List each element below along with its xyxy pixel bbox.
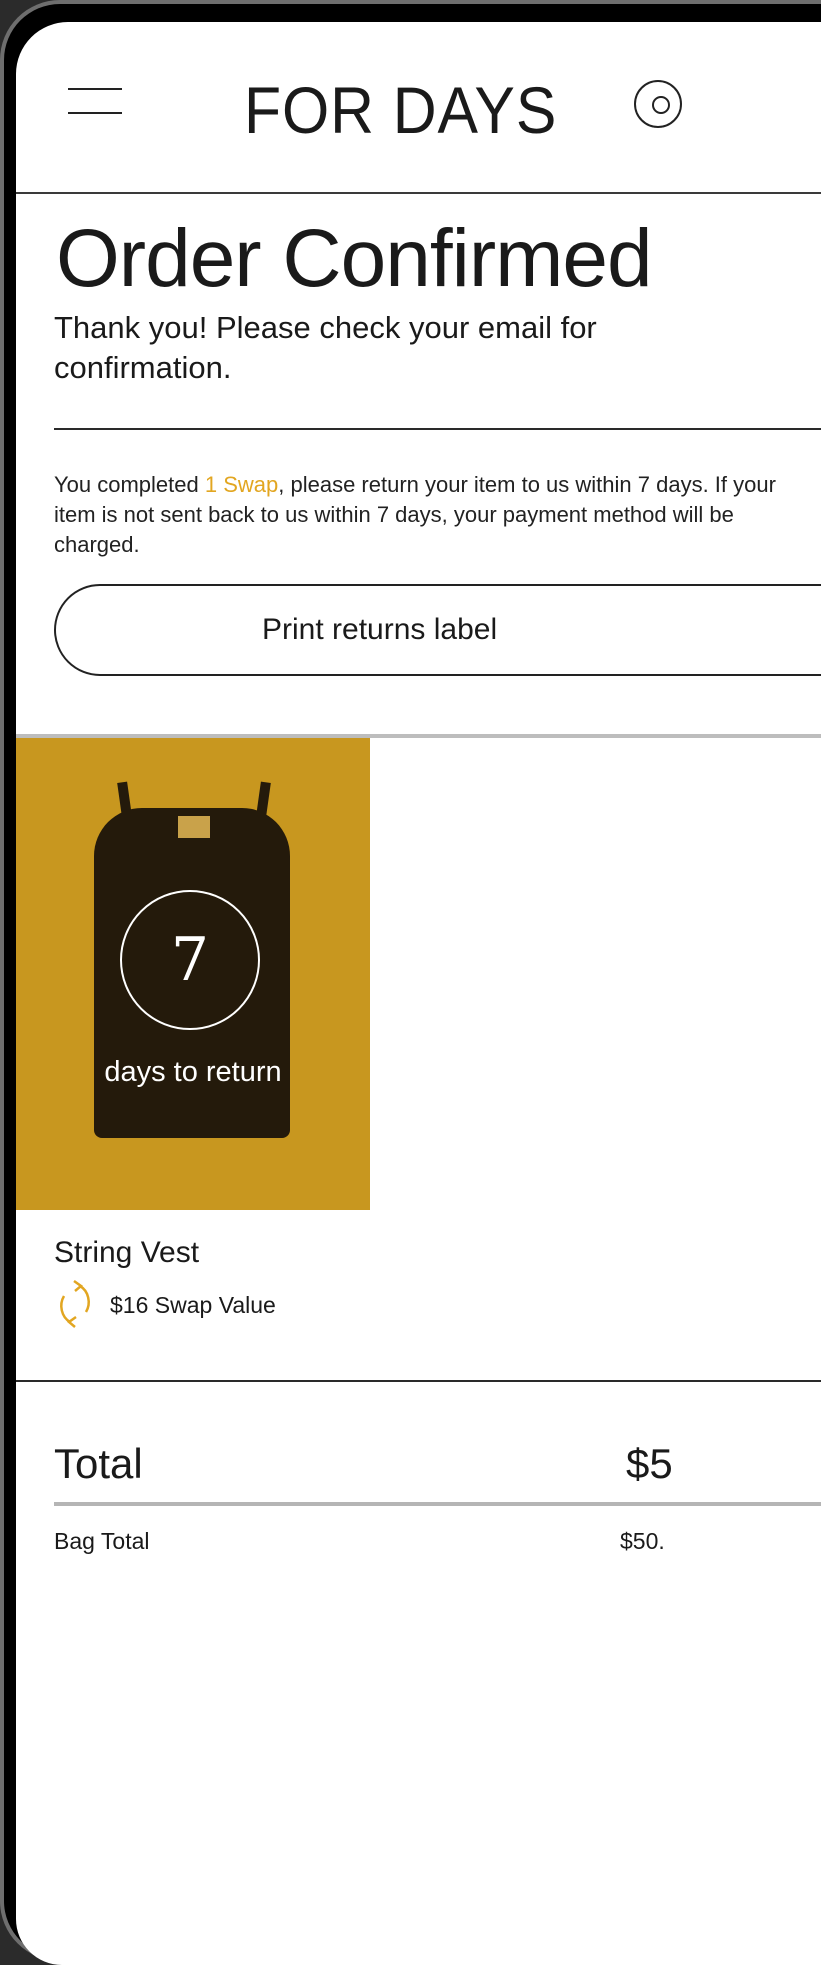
product-name[interactable]: String Vest	[54, 1236, 199, 1270]
notice-text-start: You completed	[54, 472, 205, 497]
hamburger-menu-icon[interactable]	[68, 88, 122, 114]
total-label: Total	[54, 1440, 143, 1487]
days-to-return-text: days to return	[104, 1056, 282, 1088]
account-icon[interactable]	[634, 80, 682, 128]
swap-return-notice: You completed 1 Swap, please return your…	[54, 470, 814, 560]
bag-total-label: Bag Total	[54, 1528, 150, 1554]
page-title: Order Confirmed	[56, 213, 653, 304]
print-returns-label-button[interactable]: Print returns label	[54, 584, 821, 676]
swap-icon	[60, 1279, 90, 1328]
app-screen: FOR DAYS Order Confirmed Thank you! Plea…	[16, 22, 821, 1965]
swap-count-link[interactable]: 1 Swap	[205, 472, 278, 497]
menu-line	[68, 112, 122, 114]
product-image[interactable]: 7 days to return	[16, 738, 370, 1210]
menu-line	[68, 88, 122, 90]
vest-label-tag	[178, 816, 210, 838]
divider	[54, 428, 821, 430]
swap-value: $16 Swap Value	[110, 1292, 276, 1318]
top-nav: FOR DAYS	[16, 22, 821, 194]
total-value: $5	[626, 1440, 673, 1487]
device-frame: FOR DAYS Order Confirmed Thank you! Plea…	[0, 0, 821, 1965]
divider	[16, 1380, 821, 1382]
days-countdown-circle: 7	[120, 890, 260, 1030]
bag-total-value: $50.	[620, 1528, 665, 1554]
divider	[54, 1502, 821, 1506]
brand-logo[interactable]: FOR DAYS	[244, 72, 557, 148]
confirmation-message: Thank you! Please check your email for c…	[54, 310, 597, 385]
